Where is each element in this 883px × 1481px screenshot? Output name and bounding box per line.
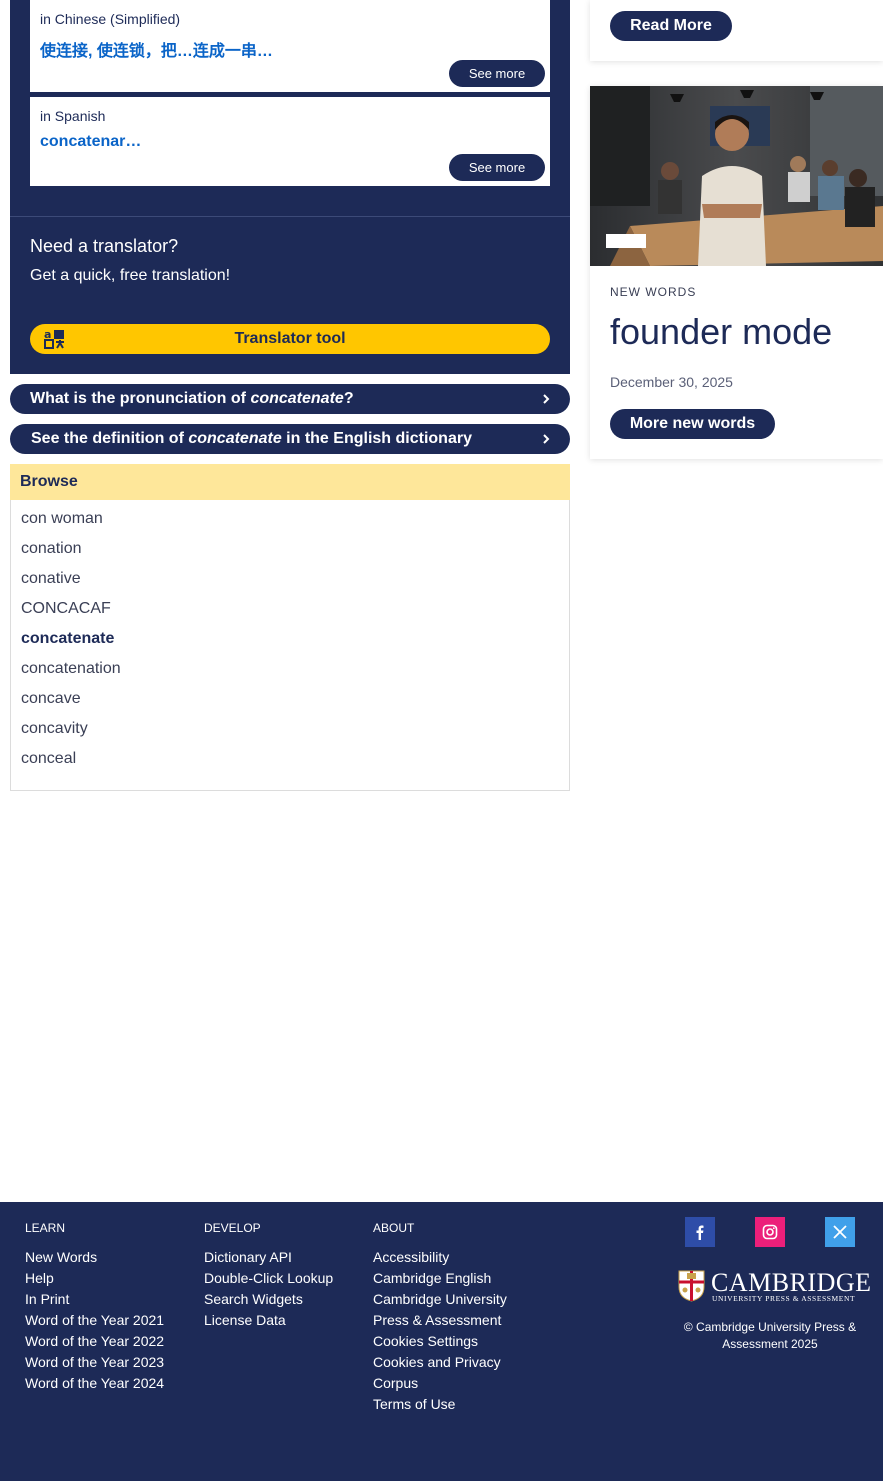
- translator-tool-button[interactable]: a Translator tool: [30, 324, 550, 354]
- definition-link-text: See the definition of concatenate in the…: [31, 430, 472, 447]
- translation-word[interactable]: 使连接, 使连锁，把…连成一串…: [40, 37, 273, 61]
- footer-heading: LEARN: [25, 1221, 66, 1235]
- footer-link[interactable]: Help: [25, 1268, 164, 1289]
- footer-link[interactable]: Cambridge University: [373, 1289, 507, 1310]
- footer-link[interactable]: Terms of Use: [373, 1394, 507, 1415]
- office-photo-illustration: [590, 86, 883, 266]
- translation-word[interactable]: concatenar…: [40, 133, 141, 151]
- translator-tool-label: Translator tool: [234, 330, 346, 347]
- footer-link[interactable]: Press & Assessment: [373, 1310, 507, 1331]
- footer-link[interactable]: Word of the Year 2024: [25, 1373, 164, 1394]
- definition-link[interactable]: See the definition of concatenate in the…: [10, 424, 570, 454]
- instagram-button[interactable]: [755, 1217, 785, 1247]
- browse-item[interactable]: con woman: [21, 510, 121, 540]
- footer-column-learn: LEARN New Words Help In Print Word of th…: [25, 1221, 164, 1394]
- browse-header: Browse: [10, 464, 570, 500]
- article-card: Read More: [590, 0, 883, 61]
- see-more-button[interactable]: See more: [449, 60, 545, 87]
- footer-link[interactable]: Corpus: [373, 1373, 507, 1394]
- browse-box: Browse con woman conation conative CONCA…: [10, 464, 570, 791]
- footer-link[interactable]: Double-Click Lookup: [204, 1268, 333, 1289]
- browse-item[interactable]: concatenation: [21, 660, 121, 690]
- footer-link[interactable]: Word of the Year 2021: [25, 1310, 164, 1331]
- browse-item[interactable]: concavity: [21, 720, 121, 750]
- site-footer: LEARN New Words Help In Print Word of th…: [0, 1202, 883, 1481]
- browse-item[interactable]: concave: [21, 690, 121, 720]
- footer-link[interactable]: Dictionary API: [204, 1247, 333, 1268]
- footer-link[interactable]: License Data: [204, 1310, 333, 1331]
- footer-link[interactable]: New Words: [25, 1247, 164, 1268]
- chevron-right-icon: [543, 394, 550, 404]
- new-words-kicker: NEW WORDS: [610, 285, 697, 299]
- divider: [10, 216, 570, 217]
- browse-item[interactable]: conceal: [21, 750, 121, 780]
- translator-promo-title: Need a translator?: [30, 236, 179, 256]
- footer-link[interactable]: In Print: [25, 1289, 164, 1310]
- pronunciation-link[interactable]: What is the pronunciation of concatenate…: [10, 384, 570, 414]
- see-more-button[interactable]: See more: [449, 154, 545, 181]
- new-word-title[interactable]: founder mode: [610, 311, 832, 353]
- new-words-card: NEW WORDS founder mode December 30, 2025…: [590, 86, 883, 459]
- browse-item[interactable]: CONCACAF: [21, 600, 121, 630]
- footer-heading: ABOUT: [373, 1221, 415, 1235]
- browse-title: Browse: [20, 473, 78, 490]
- instagram-icon: [762, 1224, 778, 1240]
- cambridge-shield-icon: [678, 1270, 705, 1302]
- new-words-image[interactable]: [590, 86, 883, 266]
- footer-link[interactable]: Cookies and Privacy: [373, 1352, 507, 1373]
- browse-item-current[interactable]: concatenate: [21, 630, 121, 660]
- footer-link[interactable]: Word of the Year 2022: [25, 1331, 164, 1352]
- footer-link[interactable]: Cambridge English: [373, 1268, 507, 1289]
- browse-item[interactable]: conative: [21, 570, 121, 600]
- chevron-right-icon: [543, 434, 550, 444]
- browse-item[interactable]: conation: [21, 540, 121, 570]
- copyright-text: © Cambridge University Press & Assessmen…: [683, 1320, 857, 1351]
- footer-column-develop: DEVELOP Dictionary API Double-Click Look…: [204, 1221, 333, 1331]
- translation-card-spanish: in Spanish concatenar… See more: [30, 97, 550, 186]
- translation-language: in Chinese (Simplified): [40, 11, 181, 27]
- facebook-button[interactable]: [685, 1217, 715, 1247]
- footer-link[interactable]: Search Widgets: [204, 1289, 333, 1310]
- browse-list: con woman conation conative CONCACAF con…: [21, 510, 121, 780]
- footer-link[interactable]: Accessibility: [373, 1247, 507, 1268]
- footer-link[interactable]: Word of the Year 2023: [25, 1352, 164, 1373]
- translator-promo-subtitle: Get a quick, free translation!: [30, 267, 231, 284]
- translation-language: in Spanish: [40, 108, 106, 124]
- translations-panel: in Chinese (Simplified) 使连接, 使连锁，把…连成一串……: [10, 0, 570, 374]
- logo-subtitle: UNIVERSITY PRESS & ASSESSMENT: [712, 1294, 856, 1303]
- new-word-date: December 30, 2025: [610, 374, 733, 390]
- footer-heading: DEVELOP: [204, 1221, 261, 1235]
- translation-card-chinese: in Chinese (Simplified) 使连接, 使连锁，把…连成一串……: [30, 0, 550, 92]
- footer-column-about: ABOUT Accessibility Cambridge English Ca…: [373, 1221, 507, 1415]
- x-button[interactable]: [825, 1217, 855, 1247]
- read-more-button[interactable]: Read More: [610, 11, 732, 41]
- x-icon: [833, 1225, 847, 1239]
- cambridge-logo[interactable]: CAMBRIDGE UNIVERSITY PRESS & ASSESSMENT: [678, 1268, 871, 1304]
- more-new-words-button[interactable]: More new words: [610, 409, 775, 439]
- pronunciation-link-text: What is the pronunciation of concatenate…: [30, 390, 354, 407]
- facebook-icon: [696, 1225, 704, 1240]
- footer-link[interactable]: Cookies Settings: [373, 1331, 507, 1352]
